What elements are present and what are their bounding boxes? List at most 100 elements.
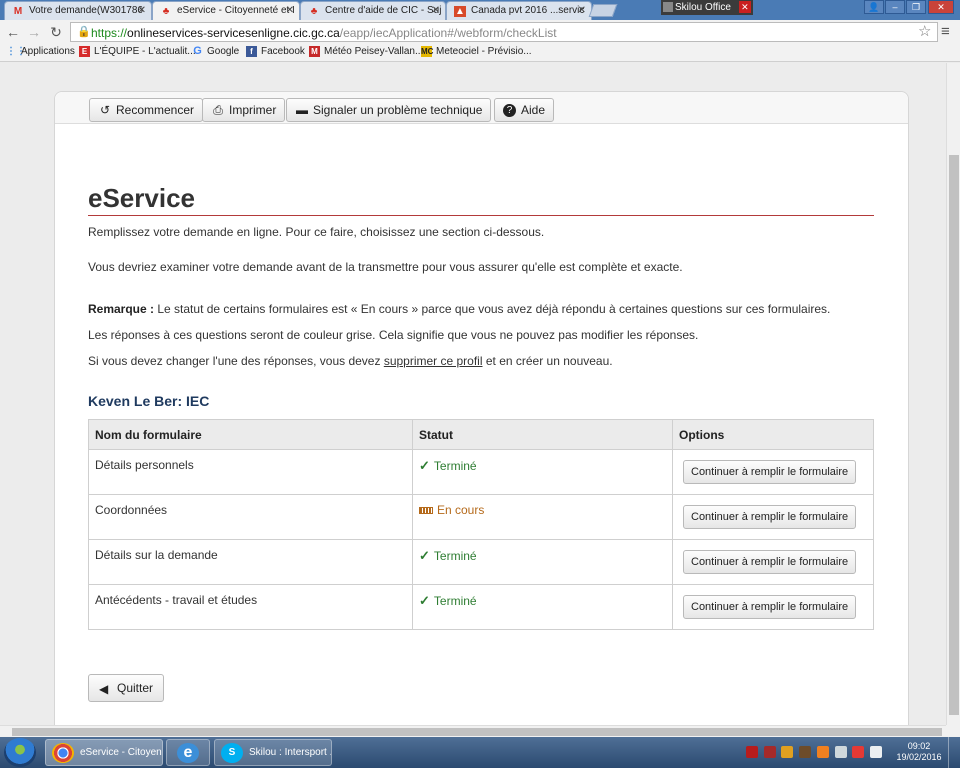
show-desktop-button[interactable] [948, 737, 960, 768]
continue-form-button[interactable]: Continuer à remplir le formulaire [683, 550, 857, 574]
form-options: Continuer à remplir le formulaire [672, 539, 874, 585]
clock[interactable]: 09:02 19/02/2016 [896, 741, 942, 763]
change-text: Si vous devez changer l'une des réponses… [88, 354, 613, 368]
quit-button[interactable]: ◀ Quitter [88, 674, 165, 702]
task-chrome[interactable]: eService - Citoyen... [45, 739, 163, 766]
profile-badge[interactable]: Skilou Office ✕ [661, 0, 753, 15]
start-button[interactable] [4, 738, 36, 767]
meteo-icon: M [309, 46, 320, 57]
url-text: https://onlineservices-servicesenligne.c… [91, 26, 557, 40]
close-icon[interactable]: ✕ [578, 5, 586, 16]
print-button[interactable]: ⎙ Imprimer [202, 98, 286, 122]
continue-form-button[interactable]: Continuer à remplir le formulaire [683, 460, 857, 484]
bookmark-applications[interactable]: ⋮⋮ Applications [6, 46, 75, 57]
task-ie[interactable]: e [166, 739, 210, 766]
bookmark-meteo[interactable]: M Météo Peisey-Vallan... [309, 46, 423, 57]
tray-app-icon[interactable] [799, 746, 811, 758]
google-icon: G [193, 45, 202, 57]
window-close-button[interactable]: ✕ [928, 0, 954, 14]
table-row: Coordonnées En cours Continuer à remplir… [88, 494, 874, 540]
scroll-thumb[interactable] [12, 728, 942, 736]
tray-app-icon[interactable] [764, 746, 776, 758]
tab-pvt[interactable]: ▲ Canada pvt 2016 ...servic ✕ [446, 1, 592, 20]
progress-icon [419, 507, 433, 515]
form-options: Continuer à remplir le formulaire [672, 494, 874, 540]
reload-icon[interactable]: ↻ [47, 23, 65, 41]
tray-app-icon[interactable] [817, 746, 829, 758]
chrome-icon [52, 743, 74, 763]
minimize-button[interactable]: – [885, 0, 905, 14]
task-skype[interactable]: S Skilou : Intersport ... [214, 739, 332, 766]
check-icon: ✓ [419, 593, 430, 608]
continue-form-button[interactable]: Continuer à remplir le formulaire [683, 505, 857, 529]
clock-date: 19/02/2016 [896, 752, 942, 762]
table-row: Antécédents - travail et études ✓ Terminé… [88, 584, 874, 630]
bookmark-star-icon[interactable]: ☆ [918, 22, 931, 40]
form-status: ✓ Terminé [412, 584, 673, 630]
profile-label: Skilou Office [675, 2, 731, 13]
restore-button[interactable]: ❐ [906, 0, 926, 14]
browser-toolbar: ← → ↻ 🔒 https://onlineservices-servicese… [0, 20, 960, 44]
maple-leaf-icon: ♣ [162, 6, 170, 17]
title-divider [88, 215, 874, 216]
forward-arrow-icon[interactable]: → [25, 23, 43, 41]
close-icon[interactable]: ✕ [138, 5, 146, 16]
form-options: Continuer à remplir le formulaire [672, 449, 874, 495]
form-status: ✓ Terminé [412, 539, 673, 585]
form-status: En cours [412, 494, 673, 540]
table-header-row: Nom du formulaire Statut Options [88, 419, 874, 450]
form-name: Détails personnels [88, 449, 413, 495]
remark-text: Remarque : Le statut de certains formula… [88, 302, 831, 316]
continue-form-button[interactable]: Continuer à remplir le formulaire [683, 595, 857, 619]
help-button[interactable]: ? Aide [494, 98, 555, 122]
tab-label: eService - Citoyenneté et I [177, 5, 295, 16]
bookmark-google[interactable]: G Google [192, 45, 239, 58]
close-icon[interactable]: ✕ [432, 5, 440, 16]
address-bar[interactable]: 🔒 https://onlineservices-servicesenligne… [70, 22, 938, 42]
user-icon[interactable]: 👤 [864, 0, 884, 14]
profile-icon [663, 2, 673, 12]
facebook-icon: f [246, 46, 257, 57]
arrow-left-icon: ◀ [99, 682, 109, 696]
tab-label: Canada pvt 2016 ...servic [471, 5, 585, 16]
restart-button[interactable]: ↺ Recommencer [89, 98, 204, 122]
close-icon[interactable]: ✕ [286, 5, 294, 16]
lock-icon: 🔒 [77, 26, 91, 38]
bookmark-facebook[interactable]: f Facebook [246, 46, 305, 57]
tab-eservice[interactable]: ♣ eService - Citoyenneté et I ✕ [152, 1, 300, 21]
review-text: Vous devriez examiner votre demande avan… [88, 260, 683, 274]
report-problem-button[interactable]: ▬ Signaler un problème technique [286, 98, 492, 122]
form-name: Détails sur la demande [88, 539, 413, 585]
bookmark-lequipe[interactable]: E L'ÉQUIPE - L'actualit... [79, 46, 196, 57]
tab-strip: M Votre demande(W301786 ✕ ♣ eService - C… [0, 0, 960, 21]
horizontal-scrollbar[interactable] [0, 725, 946, 737]
clock-time: 09:02 [907, 741, 931, 751]
page-viewport: ↺ Recommencer ⎙ Imprimer ▬ Signaler un p… [0, 63, 946, 725]
network-icon[interactable] [835, 746, 847, 758]
tray-app-icon[interactable] [781, 746, 793, 758]
tab-label: Votre demande(W301786 [29, 5, 143, 16]
intro-text: Remplissez votre demande en ligne. Pour … [88, 225, 545, 239]
bookmarks-bar: ⋮⋮ Applications E L'ÉQUIPE - L'actualit.… [0, 44, 960, 62]
bookmark-meteociel[interactable]: MC Meteociel - Prévisio... [421, 46, 532, 57]
remark-label: Remarque : [88, 302, 155, 316]
tab-gmail[interactable]: M Votre demande(W301786 ✕ [4, 1, 152, 20]
menu-icon[interactable]: ≡ [941, 23, 950, 40]
acrobat-icon[interactable] [746, 746, 758, 758]
delete-profile-link[interactable]: supprimer ce profil [384, 354, 483, 368]
column-header-options: Options [672, 419, 874, 450]
back-arrow-icon[interactable]: ← [4, 23, 22, 41]
tab-cic-help[interactable]: ♣ Centre d'aide de CIC - Suj ✕ [300, 1, 446, 20]
apps-grid-icon: ⋮⋮ [6, 46, 26, 57]
close-icon[interactable]: ✕ [738, 1, 751, 13]
applicant-heading: Keven Le Ber: IEC [88, 393, 210, 409]
tray-app-icon[interactable] [852, 746, 864, 758]
vertical-scrollbar[interactable] [946, 63, 960, 725]
volume-icon[interactable] [870, 746, 882, 758]
pvt-icon: ▲ [454, 6, 466, 17]
question-circle-icon: ? [503, 104, 516, 117]
internet-explorer-icon: e [177, 743, 199, 763]
tab-label: Centre d'aide de CIC - Suj [325, 5, 442, 16]
new-tab-button[interactable] [588, 4, 618, 17]
scroll-thumb[interactable] [949, 155, 959, 715]
